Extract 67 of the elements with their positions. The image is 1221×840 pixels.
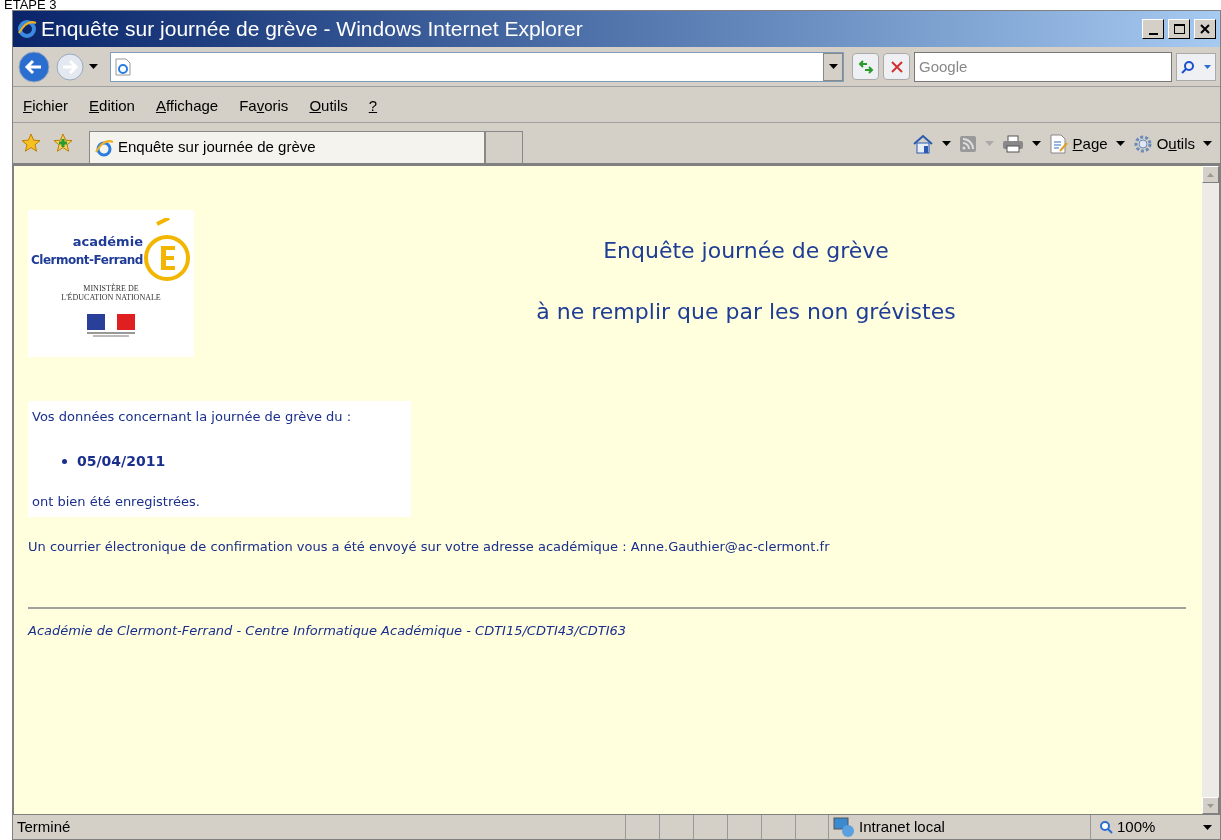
caret-icon	[941, 141, 951, 147]
caption: ETAPE 3	[4, 0, 57, 12]
zoom-button[interactable]: 100%	[1091, 815, 1220, 839]
add-favorite-icon[interactable]	[53, 133, 73, 153]
logo-text: L'ÉDUCATION NATIONALE	[61, 293, 161, 302]
caret-icon	[1031, 141, 1041, 147]
heading: Enquête journée de grève	[603, 237, 889, 265]
letter-e-logo-icon	[142, 218, 191, 284]
page-icon	[115, 57, 131, 76]
search-field[interactable]: Google	[914, 51, 1172, 82]
rss-feed-icon	[958, 134, 977, 153]
back-button[interactable]	[17, 49, 51, 84]
home-button[interactable]	[911, 133, 951, 154]
caret-icon	[1203, 824, 1212, 830]
close-icon	[1200, 24, 1210, 34]
new-tab-button[interactable]	[485, 131, 523, 163]
browser-logo-icon	[17, 19, 37, 39]
status-pane	[795, 815, 829, 839]
status-text: Terminé	[16, 816, 72, 837]
caret-icon	[828, 64, 838, 69]
menu-item[interactable]: Edition	[89, 95, 135, 118]
zoom-icon	[1099, 820, 1113, 834]
flag-icon	[87, 314, 135, 338]
date-text: 05/04/2011	[77, 451, 166, 471]
dropdown-button[interactable]	[823, 52, 843, 81]
heading: à ne remplir que par les non grévistes	[536, 298, 956, 326]
refresh-button[interactable]	[852, 53, 879, 80]
browser-logo-icon	[94, 137, 114, 158]
dropdown-arrow-icon[interactable]	[89, 64, 98, 69]
security-zone: Intranet local	[859, 816, 945, 837]
confirmation-text: Un courrier électronique de confirmation vous a été envoyé sur votre adresse académique : Anne.Gauthier@ac-clermont.fr	[28, 538, 831, 556]
menu-item[interactable]: Affichage	[155, 95, 219, 118]
page-icon	[1048, 133, 1069, 154]
print-icon	[1001, 134, 1024, 153]
print-button[interactable]	[1001, 134, 1041, 153]
close-button[interactable]	[1194, 19, 1216, 39]
menu-item[interactable]: Fichier	[23, 95, 69, 118]
caret-icon	[984, 141, 994, 147]
search-icon	[1181, 59, 1196, 74]
notice-text: Vos données concernant la journée de grève du :	[32, 408, 353, 426]
notice-text: ont bien été enregistrées.	[32, 492, 201, 511]
logo-text: Clermont-Ferrand	[31, 252, 143, 269]
menu-item[interactable]: Favoris	[239, 95, 289, 118]
tools-menu-button[interactable]: Outils	[1132, 132, 1212, 155]
maximize-button[interactable]	[1168, 19, 1190, 39]
caret-icon	[1203, 64, 1211, 69]
minimize-button[interactable]	[1142, 19, 1164, 39]
home-icon	[911, 133, 934, 154]
address-field[interactable]	[110, 51, 844, 82]
tab[interactable]: Enquête sur journée de grève	[89, 131, 485, 163]
star-icon[interactable]	[21, 133, 41, 153]
settings-icon	[1132, 133, 1153, 154]
window-title: Enquête sur journée de grève - Windows Internet Explorer	[41, 16, 584, 43]
search-button[interactable]	[1176, 52, 1216, 81]
menu-item[interactable]: Outils	[309, 95, 348, 118]
caret-icon	[1115, 141, 1125, 147]
close-icon	[890, 60, 903, 73]
menu-item[interactable]: ?	[368, 95, 378, 118]
caret-icon	[1203, 141, 1212, 147]
network-icon	[833, 817, 855, 837]
footer-text: Académie de Clermont-Ferrand - Centre Informatique Académique - CDTI15/CDTI43/CDTI63	[28, 621, 628, 640]
stop-button[interactable]	[883, 53, 910, 80]
logo-text: MINISTÈRE DE	[83, 284, 139, 293]
logo-text: académie	[72, 233, 143, 251]
refresh-icon	[857, 59, 874, 74]
page-menu-button[interactable]: Page	[1048, 132, 1125, 155]
bullet-icon	[62, 458, 67, 464]
